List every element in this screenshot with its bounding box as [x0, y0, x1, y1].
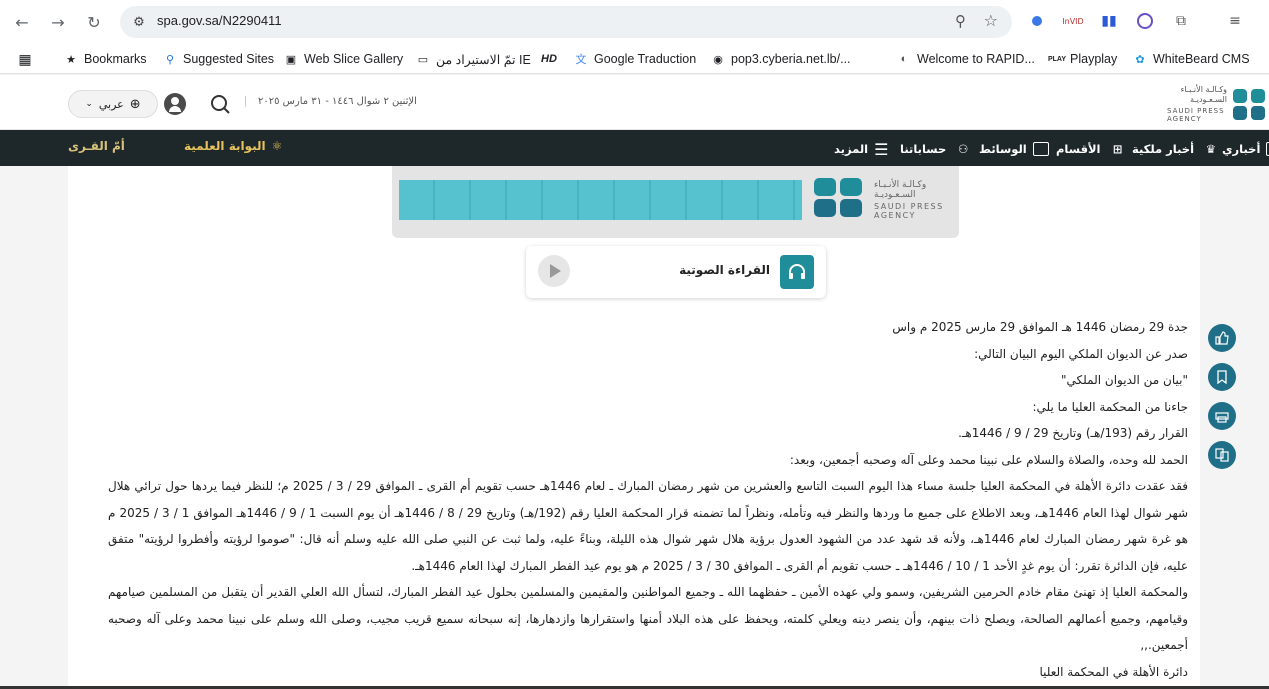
bookmark-item[interactable]: ✿ WhiteBeard CMS: [1133, 50, 1249, 68]
extension-dot-icon[interactable]: [1026, 10, 1048, 32]
nav-accounts[interactable]: ⚇ حساباتنا: [900, 139, 968, 159]
rapid-icon: ◐: [900, 53, 908, 65]
url-text[interactable]: spa.gov.sa/N2290411: [157, 13, 282, 28]
language-switcher[interactable]: ⌄ عربي ⊕: [68, 90, 158, 118]
bookmark-item[interactable]: PLAY Playplay: [1047, 50, 1117, 68]
spa-logo[interactable]: وكـالـة الأنـبـاء السـعـوديـة SAUDI PRES…: [1165, 85, 1269, 125]
globe-icon: ◉: [713, 53, 723, 66]
header-date: الإثنين ٢ شوال ١٤٤٦ - ٣١ مارس ٢٠٢٥: [245, 96, 417, 107]
bookmark-item[interactable]: 文 Google Traduction: [574, 50, 697, 68]
web-slice-icon: ▣: [285, 53, 297, 66]
main-navigation: أخباري ♛ أخبار ملكية ⊞ الأقسام الوسائط ⚇ حس…: [0, 130, 1269, 166]
bookmark-folder[interactable]: ▭ تمّ الاستيراد من IE: [416, 50, 531, 68]
zoom-icon[interactable]: ⚲: [955, 12, 966, 30]
bookmark-icon[interactable]: [1208, 363, 1236, 391]
spa-logo-mark-icon: [814, 178, 862, 217]
chevron-down-icon: ⌄: [85, 99, 93, 109]
reading-list-icon[interactable]: ≡: [1224, 10, 1246, 32]
bookmark-item[interactable]: ◐ Welcome to RAPID...: [897, 50, 1035, 68]
bookmark-item[interactable]: ▣ Web Slice Gallery: [284, 50, 403, 68]
spa-logo-mark-icon: [1233, 89, 1265, 120]
crown-icon: ♛: [1205, 142, 1217, 156]
image-icon: [1032, 142, 1049, 156]
umm-al-qura-link[interactable]: أمّ القـرى: [68, 139, 125, 153]
bookmarks-bar: ▦ ★ Bookmarks ⚲ Suggested Sites ▣ Web Slice…: [0, 44, 1269, 74]
language-label: عربي: [98, 97, 124, 111]
like-icon[interactable]: [1208, 324, 1236, 352]
nav-my-news[interactable]: أخباري: [1222, 139, 1269, 159]
extensions-puzzle-icon[interactable]: ⧉: [1170, 10, 1192, 32]
bookmark-item[interactable]: ◉ pop3.cyberia.net.lb/...: [711, 50, 850, 68]
extension-invid-icon[interactable]: InVID: [1062, 10, 1084, 32]
bookmark-star-icon[interactable]: ☆: [984, 11, 998, 30]
article-paragraph: القرار رقم (193/هـ) وتاريخ 29 / 9 / 1446…: [958, 426, 1188, 440]
article-paragraph: فقد عقدت دائرة الأهلة في المحكمة العليا …: [108, 479, 1189, 573]
atom-icon: ⚛: [271, 139, 283, 153]
hd-icon: HD: [541, 53, 557, 65]
whitebeard-icon: ✿: [1135, 53, 1145, 66]
article-body: جدة 29 رمضان 1446 هـ الموافق 29 مارس 202…: [108, 314, 1188, 685]
search-icon: ⚲: [165, 53, 175, 66]
bookmark-item[interactable]: ★ Bookmarks: [64, 50, 146, 68]
science-portal-link[interactable]: ⚛ البوابة العلمية: [184, 139, 282, 153]
logo-arabic-text: وكـالـة الأنـبـاء السـعـوديـة: [1180, 85, 1227, 104]
play-button[interactable]: [538, 255, 570, 287]
article-signature: دائرة الأهلة في المحكمة العليا: [1039, 664, 1188, 679]
forward-arrow-icon[interactable]: →: [44, 8, 72, 36]
extension-audio-icon[interactable]: ▮▮: [1098, 10, 1120, 32]
ad-banner[interactable]: وكـالـة الأنـبـاء السـعـوديـة SAUDI PRES…: [392, 166, 959, 238]
article-dateline: جدة 29 رمضان 1446 هـ الموافق 29 مارس 202…: [892, 320, 1188, 334]
print-icon[interactable]: [1208, 402, 1236, 430]
audio-reader-label: القراءة الصوتية: [679, 263, 770, 277]
article-paragraph: والمحكمة العليا إذ تهنئ مقام خادم الحرمي…: [108, 585, 1188, 652]
globe-icon: ⊕: [129, 96, 141, 112]
nav-sections[interactable]: ⊞ الأقسام: [1056, 139, 1122, 159]
audio-reader: القراءة الصوتية: [526, 246, 826, 298]
site-header: ⌄ عربي ⊕ الإثنين ٢ شوال ١٤٤٦ - ٣١ مارس ٢…: [0, 75, 1269, 130]
banner-pattern: [399, 180, 802, 220]
playplay-icon: PLAY: [1047, 55, 1067, 63]
extension-circle-icon[interactable]: [1134, 10, 1156, 32]
menu-icon: ☰: [874, 139, 889, 159]
share-icon: ⚇: [957, 142, 969, 156]
user-account-icon[interactable]: [164, 93, 186, 115]
star-icon: ★: [66, 53, 76, 66]
bookmark-item[interactable]: HD: [541, 50, 557, 68]
article-paragraph: الحمد لله وحده، والصلاة والسلام على نبين…: [789, 452, 1188, 467]
reload-icon[interactable]: ↻: [80, 8, 108, 36]
grid-icon: ⊞: [1112, 142, 1123, 156]
article-paragraph: "بيان من الديوان الملكي": [1061, 373, 1188, 387]
browser-toolbar: ← → ↻ ⚙ spa.gov.sa/N2290411 ⚲ ☆ InVID ▮▮…: [0, 0, 1269, 44]
banner-logo-arabic: وكـالـة الأنـبـاء السـعـوديـة: [874, 180, 927, 200]
address-bar[interactable]: ⚙ spa.gov.sa/N2290411 ⚲ ☆: [120, 6, 1012, 38]
folder-icon: ▭: [417, 53, 429, 66]
article-paragraph: جاءنا من المحكمة العليا ما يلي:: [1032, 399, 1189, 414]
translate-icon[interactable]: [1208, 441, 1236, 469]
nav-media[interactable]: الوسائط: [979, 139, 1049, 159]
apps-grid-icon[interactable]: ▦: [18, 50, 32, 68]
article-paragraph: صدر عن الديوان الملكي اليوم البيان التال…: [974, 346, 1188, 361]
bookmark-item[interactable]: ⚲ Suggested Sites: [163, 50, 274, 68]
banner-spa-logo: وكـالـة الأنـبـاء السـعـوديـة SAUDI PRES…: [814, 178, 949, 222]
back-arrow-icon[interactable]: ←: [8, 8, 36, 36]
banner-logo-english: SAUDI PRESS AGENCY: [874, 202, 944, 220]
site-info-icon[interactable]: ⚙: [130, 13, 148, 31]
nav-more[interactable]: ☰ المزيد: [834, 139, 888, 159]
headphones-icon: [780, 255, 814, 289]
logo-english-text: SAUDI PRESS AGENCY: [1167, 107, 1225, 123]
nav-royal-news[interactable]: ♛ أخبار ملكية: [1132, 139, 1216, 159]
search-icon[interactable]: [206, 90, 236, 120]
translate-icon: 文: [575, 54, 587, 66]
